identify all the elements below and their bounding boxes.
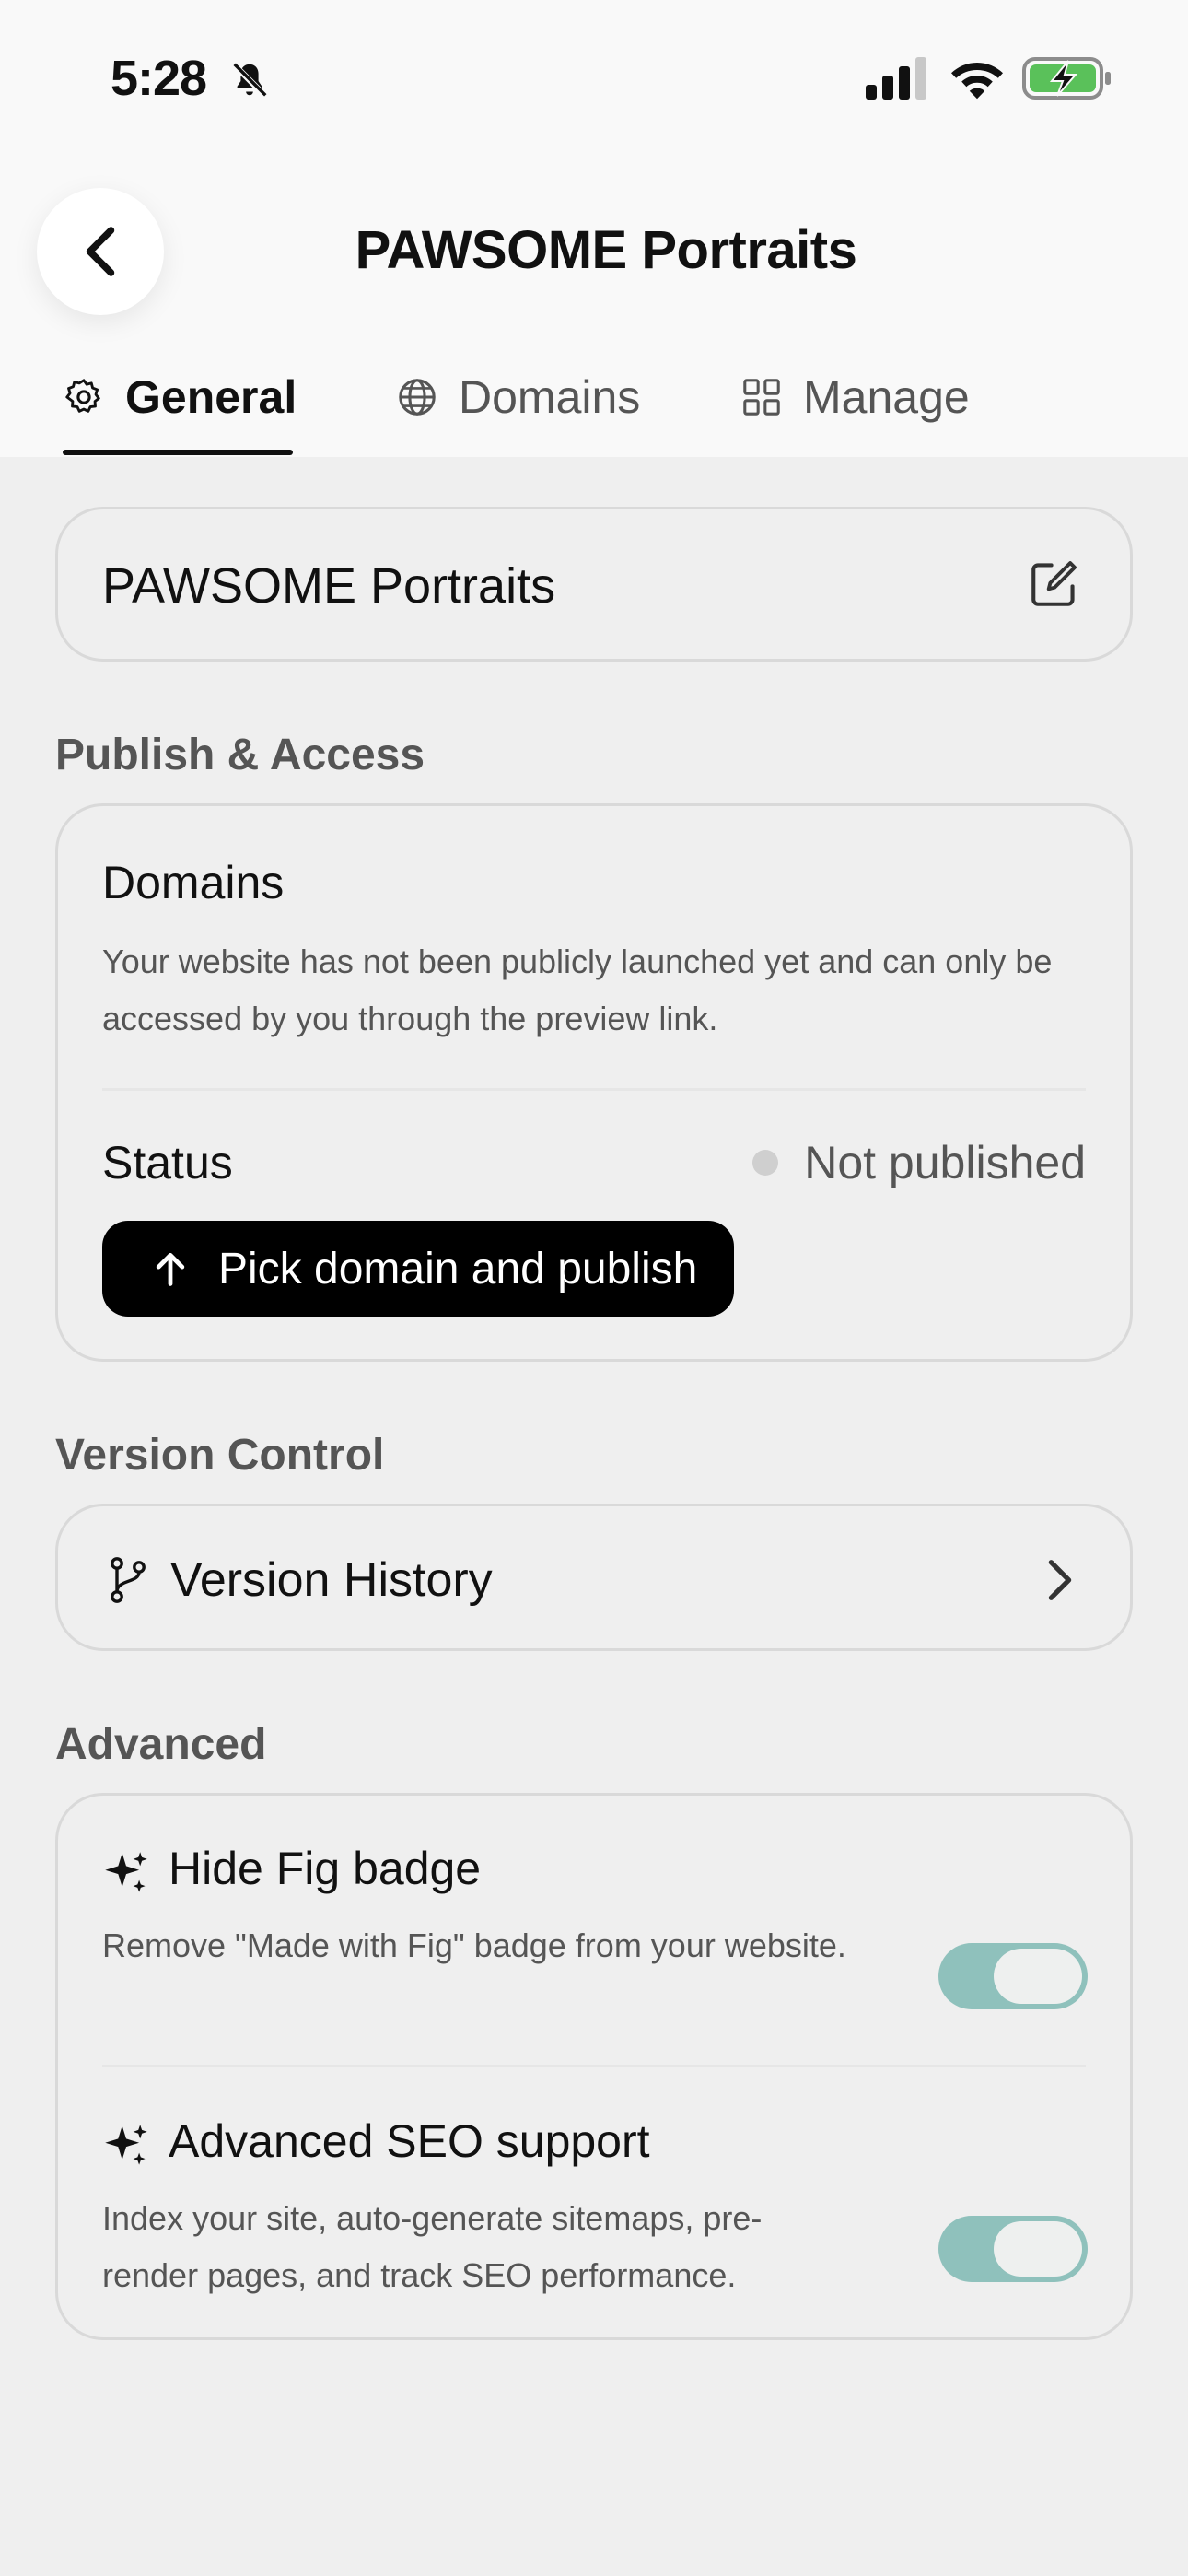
toggle-knob xyxy=(994,1949,1082,2004)
divider xyxy=(102,2065,1086,2067)
arrow-up-icon xyxy=(156,1252,185,1286)
domains-description: Your website has not been publicly launc… xyxy=(102,943,1053,1037)
advanced-card: Hide Fig badge Remove "Made with Fig" ba… xyxy=(55,1793,1133,2340)
tab-general[interactable]: General xyxy=(63,359,297,457)
active-tab-indicator xyxy=(63,450,293,455)
battery-charging-icon xyxy=(1022,57,1111,100)
toggle-knob xyxy=(994,2221,1082,2277)
page-title: PAWSOME Portraits xyxy=(355,220,857,280)
sparkle-icon xyxy=(105,1852,147,1892)
gear-icon xyxy=(65,379,100,413)
tab-manage[interactable]: Manage xyxy=(740,359,970,457)
hide-fig-badge-desc: Remove "Made with Fig" badge from your w… xyxy=(102,1926,846,1964)
domains-heading: Domains xyxy=(102,857,285,908)
advanced-seo-item: Advanced SEO support Index your site, au… xyxy=(102,2114,1088,2317)
advanced-seo-desc: Index your site, auto-generate sitemaps,… xyxy=(102,2199,763,2294)
advanced-seo-toggle[interactable] xyxy=(938,2216,1088,2282)
chevron-right-icon xyxy=(1048,1560,1072,1600)
globe-icon xyxy=(399,379,436,416)
wifi-icon xyxy=(951,63,1003,100)
advanced-heading: Advanced xyxy=(55,1720,267,1769)
status-text: Not published xyxy=(804,1137,1086,1188)
publish-button-label: Pick domain and publish xyxy=(218,1244,698,1294)
tab-domains-label: Domains xyxy=(459,371,641,423)
hide-fig-badge-toggle[interactable] xyxy=(938,1943,1088,2009)
edit-icon[interactable] xyxy=(1027,557,1080,611)
version-control-heading: Version Control xyxy=(55,1431,385,1480)
tab-general-label: General xyxy=(125,371,297,423)
publish-access-heading: Publish & Access xyxy=(55,731,425,779)
bell-muted-icon xyxy=(231,62,268,99)
hide-fig-badge-item: Hide Fig badge Remove "Made with Fig" ba… xyxy=(102,1842,1088,2044)
status-value: Not published xyxy=(752,1136,1086,1189)
tab-manage-label: Manage xyxy=(803,371,970,423)
site-name-card[interactable]: PAWSOME Portraits xyxy=(55,507,1133,662)
publish-access-card: Domains Your website has not been public… xyxy=(55,803,1133,1362)
git-branch-icon xyxy=(111,1557,146,1603)
grid-icon xyxy=(743,379,780,416)
pick-domain-publish-button[interactable]: Pick domain and publish xyxy=(102,1221,734,1317)
version-history-label: Version History xyxy=(170,1553,493,1607)
version-history-row[interactable]: Version History xyxy=(55,1504,1133,1651)
top-bar: 5:28 PAWSOME Portraits General Domains M… xyxy=(0,0,1188,457)
cellular-signal-icon xyxy=(866,57,926,100)
status-dot xyxy=(752,1150,779,1176)
status-time: 5:28 xyxy=(111,51,207,106)
tab-domains[interactable]: Domains xyxy=(396,359,640,457)
status-label: Status xyxy=(102,1137,233,1188)
divider xyxy=(102,1088,1086,1091)
sparkle-icon xyxy=(105,2125,147,2165)
site-name: PAWSOME Portraits xyxy=(102,558,556,614)
hide-fig-badge-title: Hide Fig badge xyxy=(169,1843,482,1894)
advanced-seo-title: Advanced SEO support xyxy=(169,2115,650,2167)
